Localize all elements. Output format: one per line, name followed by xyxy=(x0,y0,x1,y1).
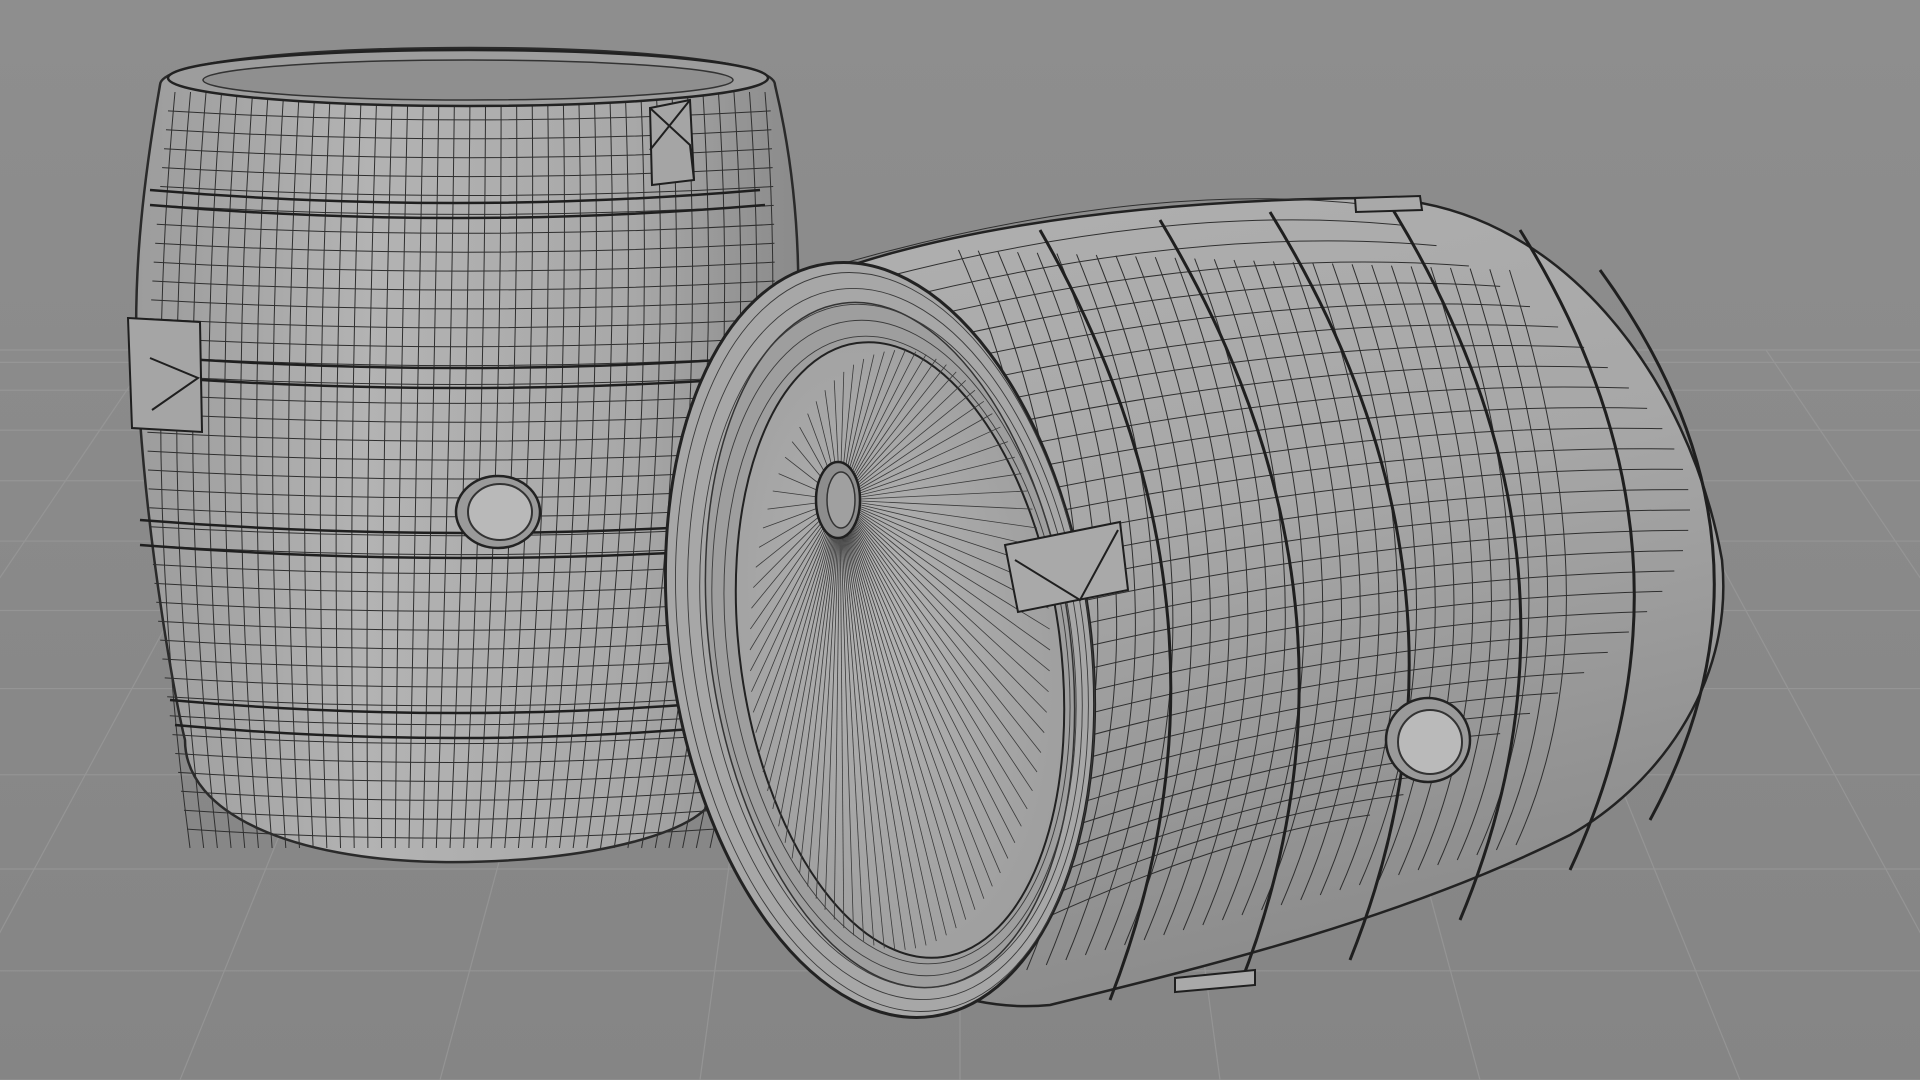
barrel-upright-top-lid xyxy=(202,59,734,101)
barrel-upright-clip-top xyxy=(648,98,696,187)
barrel-upright-bung-hole[interactable] xyxy=(454,474,542,550)
barrel-lying-lid-bung[interactable] xyxy=(814,460,862,540)
barrel-lying-bung-hole[interactable] xyxy=(1384,696,1472,784)
viewport-canvas[interactable] xyxy=(0,0,1920,1080)
barrel-upright-clip-side xyxy=(126,316,204,434)
3d-viewport[interactable] xyxy=(0,0,1920,1080)
